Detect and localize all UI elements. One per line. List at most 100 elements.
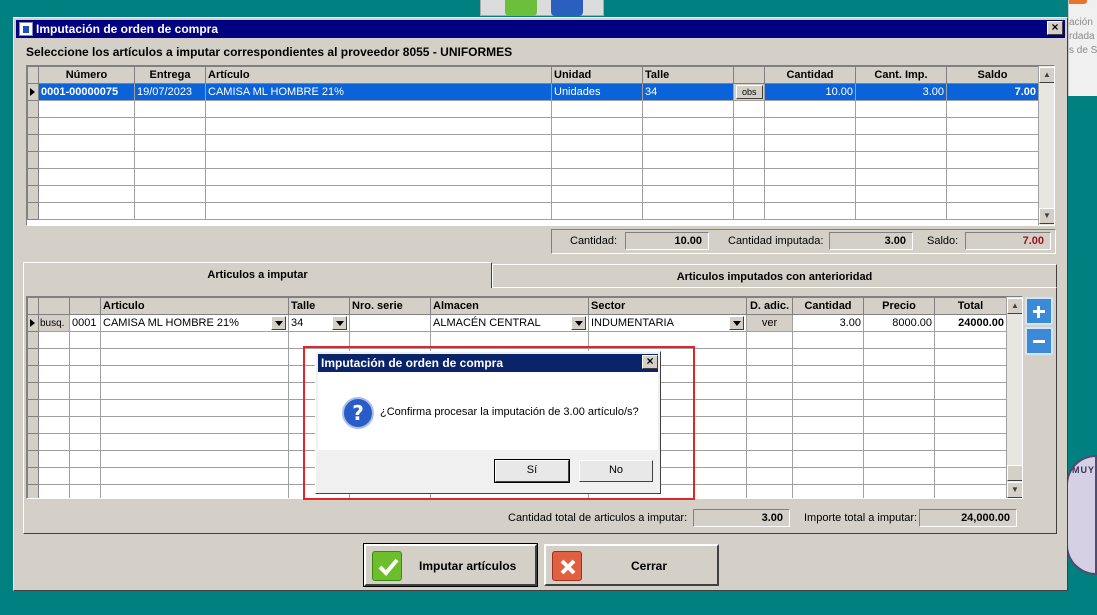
col-busq[interactable] [38, 297, 70, 315]
background-orange-icon [1069, 0, 1087, 4]
imputar-button[interactable]: Imputar artículos [363, 543, 538, 587]
saldo-field: 7.00 [965, 232, 1051, 250]
cell-entrega[interactable]: 19/07/2023 [134, 83, 206, 101]
background-search-button [551, 0, 583, 16]
row-pointer-icon [27, 83, 39, 101]
cell-numero[interactable]: 0001-00000075 [38, 83, 135, 101]
col-entrega[interactable]: Entrega [134, 66, 206, 84]
sector-value: INDUMENTARIA [591, 317, 674, 329]
confirm-dialog: Imputación de orden de compra × ? ¿Confi… [315, 351, 661, 494]
add-row-button[interactable] [1025, 297, 1053, 325]
main-window: Imputación de orden de compra × Seleccio… [13, 17, 1068, 591]
ver-button[interactable]: ver [746, 314, 793, 332]
cantidad-field: 10.00 [625, 232, 709, 250]
col-articulo[interactable]: Articulo [100, 297, 289, 315]
window-titlebar: Imputación de orden de compra × [16, 20, 1065, 38]
background-side-panel: ación rdada s de S [1068, 0, 1097, 96]
cell-obs[interactable]: obs [733, 83, 765, 101]
tab-articulos-imputados[interactable]: Articulos imputados con anterioridad [492, 264, 1057, 288]
table-row[interactable]: busq. 0001 CAMISA ML HOMBRE 21% 34 ALMAC… [27, 314, 1007, 332]
articulo-dropdown-icon[interactable] [271, 316, 286, 330]
cerrar-label: Cerrar [631, 559, 668, 573]
col-codigo[interactable] [69, 297, 101, 315]
cell-cant-imp[interactable]: 3.00 [855, 83, 947, 101]
window-close-button[interactable]: × [1047, 21, 1063, 35]
items-grid-scrollbar[interactable]: ▲ ▼ [1006, 297, 1022, 498]
table-row [27, 100, 1039, 118]
dialog-close-button[interactable]: × [642, 355, 658, 369]
dialog-title: Imputación de orden de compra [321, 356, 504, 370]
col-articulo[interactable]: Artículo [205, 66, 552, 84]
check-icon [372, 551, 402, 581]
dialog-body: ? ¿Confirma procesar la imputación de 3.… [318, 372, 658, 450]
cell-articulo[interactable]: CAMISA ML HOMBRE 21% [100, 314, 289, 332]
cell-total[interactable]: 24000.00 [934, 314, 1007, 332]
table-row[interactable]: 0001-00000075 19/07/2023 CAMISA ML HOMBR… [27, 83, 1039, 101]
cell-unidad[interactable]: Unidades [551, 83, 643, 101]
cell-cantidad[interactable]: 3.00 [792, 314, 864, 332]
scroll-down-icon[interactable]: ▼ [1007, 482, 1022, 498]
talle-value: 34 [291, 317, 304, 329]
table-row [27, 168, 1039, 186]
scroll-down-icon[interactable]: ▼ [1039, 208, 1054, 224]
articulo-value: CAMISA ML HOMBRE 21% [103, 317, 239, 329]
col-sector[interactable]: Sector [588, 297, 747, 315]
cell-cantidad[interactable]: 10.00 [764, 83, 856, 101]
tab-articulos-a-imputar[interactable]: Articulos a imputar [23, 262, 492, 288]
almacen-dropdown-icon[interactable] [571, 316, 586, 330]
cerrar-button[interactable]: Cerrar [544, 544, 719, 586]
cantidad-imputada-field: 3.00 [829, 232, 913, 250]
yes-button[interactable]: Sí [494, 459, 570, 483]
page-heading: Seleccione los artículos a imputar corre… [26, 45, 513, 59]
scroll-up-icon[interactable]: ▲ [1007, 298, 1022, 314]
question-icon: ? [342, 397, 374, 429]
cell-nro-serie[interactable] [349, 314, 431, 332]
cell-sector[interactable]: INDUMENTARIA [588, 314, 747, 332]
cell-articulo[interactable]: CAMISA ML HOMBRE 21% [205, 83, 552, 101]
minus-icon [1033, 340, 1045, 343]
window-title: Imputación de orden de compra [36, 22, 219, 36]
cell-talle[interactable]: 34 [288, 314, 350, 332]
dialog-titlebar: Imputación de orden de compra [318, 354, 658, 372]
busq-button[interactable]: busq. [38, 314, 70, 332]
col-nro-serie[interactable]: Nro. serie [349, 297, 431, 315]
background-side-text: ación rdada s de S [1069, 17, 1097, 56]
col-precio[interactable]: Precio [863, 297, 935, 315]
table-row [27, 151, 1039, 169]
no-button[interactable]: No [579, 460, 653, 482]
sector-dropdown-icon[interactable] [729, 316, 744, 330]
talle-dropdown-icon[interactable] [332, 316, 347, 330]
col-almacen[interactable]: Almacen [430, 297, 589, 315]
col-saldo[interactable]: Saldo [946, 66, 1039, 84]
col-talle[interactable]: Talle [288, 297, 350, 315]
table-row [27, 202, 1039, 220]
cell-codigo[interactable]: 0001 [69, 314, 101, 332]
remove-row-button[interactable] [1025, 327, 1053, 355]
col-cantidad[interactable]: Cantidad [764, 66, 856, 84]
importe-label: Importe total a imputar: [804, 512, 918, 524]
background-bell-button [505, 0, 537, 16]
app-icon [19, 22, 33, 36]
background-toolbar [480, 0, 604, 16]
col-obs[interactable] [733, 66, 765, 84]
close-icon [552, 551, 582, 581]
cell-talle[interactable]: 34 [642, 83, 734, 101]
cell-saldo[interactable]: 7.00 [946, 83, 1039, 101]
col-d-adic[interactable]: D. adic. [746, 297, 793, 315]
col-unidad[interactable]: Unidad [551, 66, 643, 84]
cell-precio[interactable]: 8000.00 [863, 314, 935, 332]
scroll-up-icon[interactable]: ▲ [1039, 67, 1054, 83]
col-numero[interactable]: Número [38, 66, 135, 84]
scroll-thumb[interactable] [1007, 465, 1022, 481]
orders-grid: Número Entrega Artículo Unidad Talle Can… [26, 65, 1055, 226]
cell-almacen[interactable]: ALMACÉN CENTRAL [430, 314, 589, 332]
table-row [27, 134, 1039, 152]
col-total[interactable]: Total [934, 297, 1007, 315]
obs-button[interactable]: obs [736, 85, 763, 99]
orders-grid-scrollbar[interactable]: ▲ ▼ [1038, 66, 1054, 225]
col-cantidad[interactable]: Cantidad [792, 297, 864, 315]
total-cant-label: Cantidad total de articulos a imputar: [508, 512, 688, 524]
imputar-label: Imputar artículos [419, 559, 517, 573]
col-talle[interactable]: Talle [642, 66, 734, 84]
col-cant-imp[interactable]: Cant. Imp. [855, 66, 947, 84]
